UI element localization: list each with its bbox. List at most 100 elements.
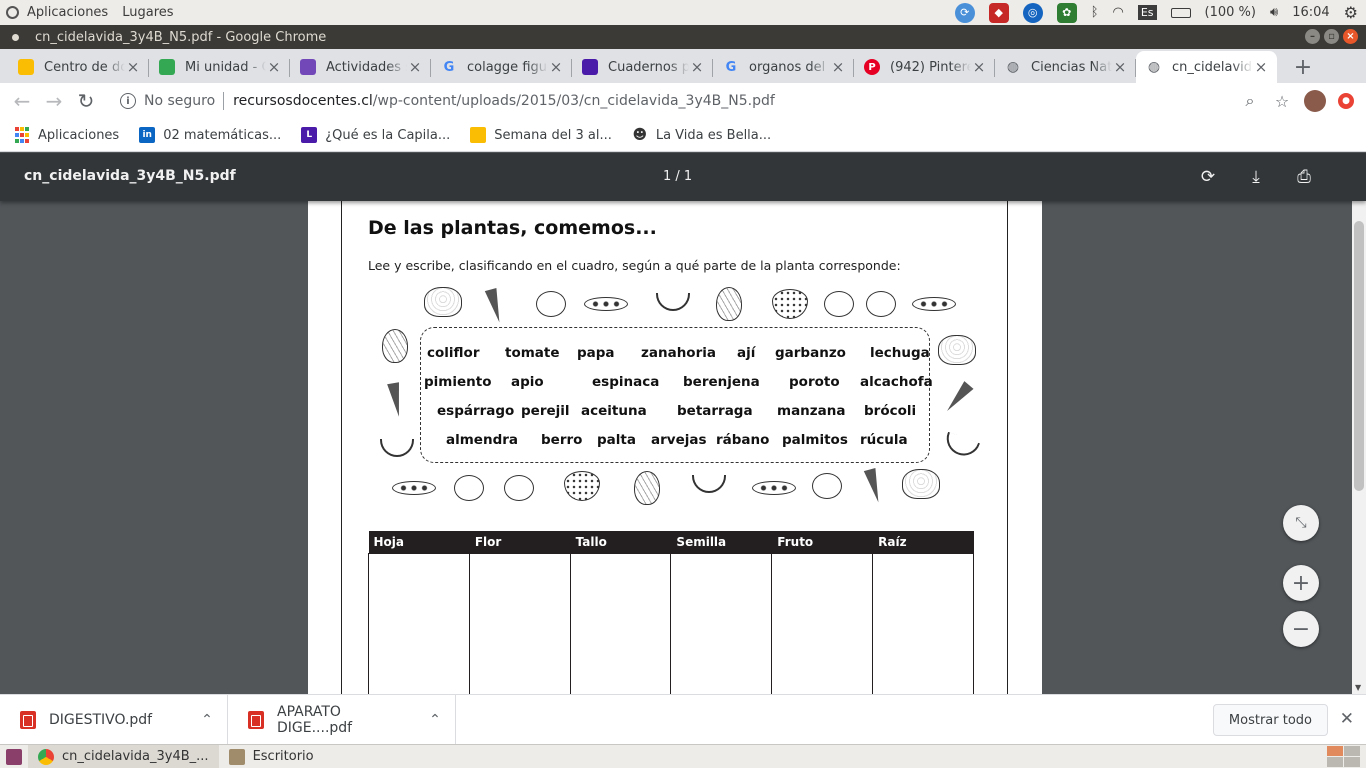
bookmark-5[interactable]: ☻ La Vida es Bella... [632, 127, 772, 143]
tomato-icon [536, 291, 566, 317]
taskbar-item[interactable]: Escritorio [219, 745, 324, 768]
tab-3[interactable]: Actividades s × [290, 51, 431, 83]
character-icon: ☻ [632, 127, 648, 143]
table-header: Raíz [872, 531, 974, 553]
pdf-reader-icon[interactable]: ◆ [988, 2, 1009, 23]
scrollbar-thumb[interactable] [1354, 221, 1364, 491]
word-item: papa [577, 345, 615, 361]
taskbar-item[interactable]: cn_cidelavida_3y4B_... [28, 744, 219, 768]
pdf-scrollbar[interactable]: ▲ ▼ [1352, 153, 1366, 694]
close-tab-icon[interactable]: × [125, 58, 141, 76]
pdf-page-indicator[interactable]: 1 / 1 [663, 169, 692, 184]
bookmark-1[interactable]: Aplicaciones [14, 127, 119, 143]
bookmark-3[interactable]: L ¿Qué es la Capila... [301, 127, 450, 143]
new-tab-button[interactable]: + [1287, 51, 1319, 83]
info-icon[interactable]: i [120, 93, 136, 109]
volume-icon[interactable]: 🔊︎ [1270, 5, 1278, 20]
network-tool-icon[interactable]: ◎ [1022, 2, 1043, 23]
download-item[interactable]: APARATO DIGE....pdf ⌃ [228, 694, 456, 745]
security-label[interactable]: No seguro [144, 93, 215, 109]
tab-7[interactable]: P (942) Pintere × [854, 51, 995, 83]
maximize-button[interactable]: ▫ [1324, 29, 1339, 44]
minimize-button[interactable]: – [1305, 29, 1320, 44]
word-item: perejil [521, 403, 570, 419]
address-separator [223, 92, 225, 110]
tab-label: Centro de do [44, 59, 125, 75]
close-tab-icon[interactable]: × [1253, 58, 1269, 76]
tomato-icon [812, 473, 842, 499]
back-button[interactable]: ← [6, 85, 38, 117]
forward-button[interactable]: → [38, 85, 70, 117]
chevron-up-icon[interactable]: ⌃ [415, 712, 455, 728]
tab-2[interactable]: Mi unidad - G × [149, 51, 290, 83]
tomato-icon [454, 475, 484, 501]
star-icon[interactable]: ☆ [1272, 87, 1292, 115]
word-item: ají [737, 345, 756, 361]
word-item: aceituna [581, 403, 647, 419]
close-tab-icon[interactable]: × [548, 58, 564, 76]
wifi-icon[interactable]: ◠ [1113, 5, 1124, 20]
zoom-icon[interactable]: ⌕ [1240, 87, 1260, 115]
address-bar[interactable]: i No seguro recursosdocentes.cl /wp-cont… [108, 86, 1288, 116]
menu-aplicaciones[interactable]: Aplicaciones [27, 5, 108, 20]
window-titlebar: cn_cidelavida_3y4B_N5.pdf - Google Chrom… [0, 25, 1366, 49]
download-item[interactable]: DIGESTIVO.pdf ⌃ [0, 694, 228, 745]
close-window-button[interactable]: × [1343, 29, 1358, 44]
bookmark-label: 02 matemáticas... [163, 127, 282, 143]
close-tab-icon[interactable]: × [971, 58, 987, 76]
table-header: Tallo [570, 531, 672, 553]
close-tab-icon[interactable]: × [407, 58, 423, 76]
table-header: Flor [469, 531, 571, 553]
clock[interactable]: 16:04 [1292, 5, 1329, 20]
sync-icon[interactable]: ⟳ [954, 2, 975, 23]
fit-page-button[interactable]: ⤡ [1283, 505, 1319, 541]
show-desktop-icon[interactable] [6, 748, 22, 765]
tab-6[interactable]: Gorganos del c × [713, 51, 854, 83]
tab-label: Cuadernos pa [608, 59, 689, 75]
bluetooth-icon[interactable]: ᛒ [1091, 5, 1099, 20]
bookmark-2[interactable]: in 02 matemáticas... [139, 127, 281, 143]
window-menu-icon[interactable] [12, 33, 19, 41]
app-tray-icon[interactable]: ✿ [1056, 2, 1077, 23]
bookmark-4[interactable]: Semana del 3 al... [470, 127, 612, 143]
profile-avatar[interactable] [1304, 90, 1326, 112]
chevron-up-icon[interactable]: ⌃ [187, 712, 227, 728]
url-host[interactable]: recursosdocentes.cl [233, 93, 373, 109]
close-tab-icon[interactable]: × [689, 58, 705, 76]
artichoke-icon [634, 471, 660, 505]
reload-button[interactable]: ↻ [70, 85, 102, 117]
workspace-switcher[interactable] [1327, 746, 1360, 767]
keyboard-layout[interactable]: Es [1137, 5, 1157, 20]
gear-icon[interactable]: ⚙ [1344, 3, 1358, 22]
battery-icon[interactable] [1170, 7, 1191, 18]
table-cell [872, 552, 974, 694]
zoom-in-button[interactable]: + [1283, 565, 1319, 601]
word-item: berenjena [683, 374, 760, 390]
bookmark-label: Aplicaciones [38, 127, 120, 143]
show-all-downloads-button[interactable]: Mostrar todo [1212, 704, 1328, 736]
table-header: Fruto [771, 531, 874, 553]
print-icon[interactable]: ⎙ [1294, 165, 1314, 189]
tab-8[interactable]: ◍ Ciencias Natu × [995, 51, 1136, 83]
tab-4[interactable]: Gcolagge figur × [431, 51, 572, 83]
rotate-icon[interactable]: ⟳ [1198, 165, 1218, 189]
tab-9[interactable]: ◍ cn_cidelavida × [1136, 51, 1277, 83]
download-icon[interactable]: ⤓ [1246, 165, 1266, 189]
tab-1[interactable]: Centro de do × [8, 51, 149, 83]
zoom-out-button[interactable]: − [1283, 611, 1319, 647]
close-tab-icon[interactable]: × [830, 58, 846, 76]
pdf-viewer[interactable]: De las plantas, comemos... Lee y escribe… [0, 201, 1352, 694]
folder-icon [228, 748, 245, 765]
menu-lugares[interactable]: Lugares [122, 5, 173, 20]
cauliflower-icon [902, 469, 940, 499]
pdf-page: De las plantas, comemos... Lee y escribe… [308, 201, 1042, 694]
close-tab-icon[interactable]: × [1112, 58, 1128, 76]
word-item: apio [511, 374, 544, 390]
url-path[interactable]: /wp-content/uploads/2015/03/cn_cidelavid… [373, 93, 775, 109]
pdf-file-icon [248, 710, 264, 729]
extension-icon[interactable]: ● [1338, 93, 1354, 109]
tab-5[interactable]: Cuadernos pa × [572, 51, 713, 83]
close-downloads-icon[interactable]: ✕ [1340, 709, 1354, 729]
close-tab-icon[interactable]: × [266, 58, 282, 76]
scroll-down-arrow[interactable]: ▼ [1355, 683, 1361, 692]
